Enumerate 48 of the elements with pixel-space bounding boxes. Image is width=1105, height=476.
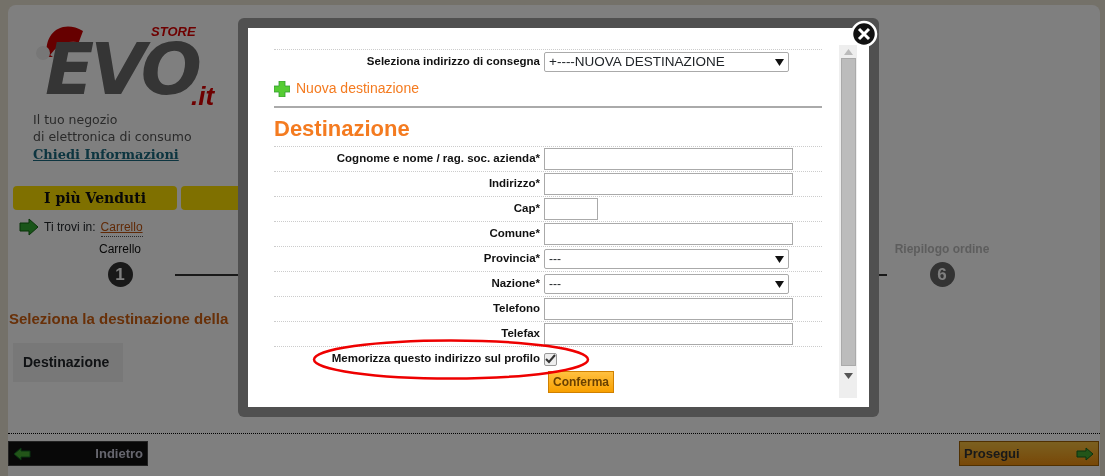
scroll-down-icon[interactable] [843, 373, 853, 379]
caret-icon [775, 280, 784, 288]
select-field[interactable]: --- [544, 249, 789, 269]
field-label: Provincia* [483, 251, 540, 267]
field-label: Cap* [513, 201, 540, 217]
step-label: Carrello [99, 240, 141, 258]
next-button[interactable]: Prosegui [959, 441, 1099, 466]
menu-tab[interactable]: I più Venduti [13, 185, 177, 210]
step-number: 1 [107, 261, 133, 287]
checkbox-label: Memorizza questo indirizzo sul profilo [331, 351, 540, 367]
caret-icon [775, 255, 784, 263]
field-label: Telefax [501, 326, 540, 342]
input-field[interactable] [544, 298, 793, 320]
tagline-text: Il tuo negozio [33, 111, 118, 128]
field-label: Indirizzo* [488, 176, 540, 192]
scrollbar[interactable] [839, 45, 857, 398]
field-label: Nazione* [491, 276, 540, 292]
plus-icon [274, 80, 290, 97]
section-title: Seleziona la destinazione della [9, 308, 229, 329]
step-number: 6 [929, 261, 955, 287]
info-link[interactable]: Chiedi Informazioni [33, 145, 179, 165]
address-select[interactable]: +----NUOVA DESTINAZIONE [544, 52, 789, 72]
input-field[interactable] [544, 198, 598, 220]
breadcrumb-link[interactable]: Carrello [100, 217, 143, 237]
back-button[interactable]: Indietro [8, 441, 148, 466]
input-field[interactable] [544, 148, 793, 170]
logo-subtext: STORE [151, 25, 196, 38]
field-label: Comune* [489, 226, 540, 242]
arrow-right-icon [19, 218, 39, 236]
table-header: Destinazione [13, 343, 123, 382]
input-field[interactable] [544, 323, 793, 345]
checkbox[interactable] [544, 352, 557, 366]
input-field[interactable] [544, 173, 793, 195]
field-label: Cognome e nome / rag. soc. azienda* [336, 151, 540, 167]
breadcrumb-label: Ti trovi in: [44, 219, 96, 236]
field-label: Seleziona indirizzo di consegna [366, 54, 540, 70]
scroll-up-icon[interactable] [843, 49, 853, 55]
select-field[interactable]: --- [544, 274, 789, 294]
confirm-button[interactable]: Conferma [548, 371, 614, 393]
arrow-left-icon [13, 446, 31, 461]
new-destination-link[interactable]: Nuova destinazione [296, 78, 419, 99]
form-heading: Destinazione [274, 115, 411, 143]
tagline-text: di elettronica di consumo [33, 128, 192, 145]
input-field[interactable] [544, 223, 793, 245]
field-label: Telefono [492, 301, 540, 317]
arrow-right-icon [1076, 446, 1094, 461]
close-icon[interactable] [850, 20, 878, 48]
caret-icon [775, 58, 784, 66]
